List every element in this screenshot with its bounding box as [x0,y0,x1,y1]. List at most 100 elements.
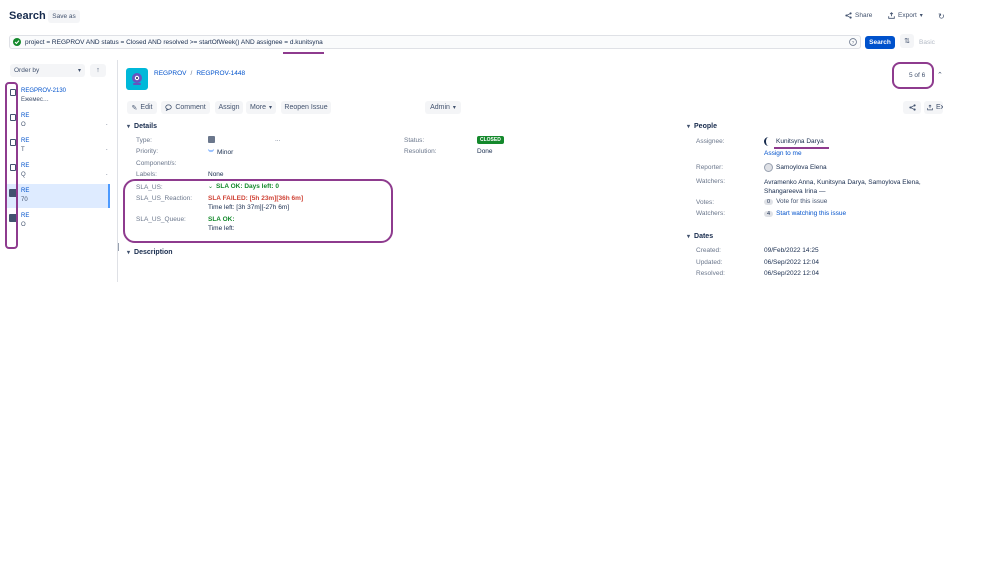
list-item-summary: О [21,222,26,228]
switch-view-icon[interactable]: ⇅ [900,34,914,48]
watchers2-label: Watchers: [696,210,726,217]
chevron-down-icon: ▾ [127,250,131,256]
assignee-value[interactable]: Kunitsyna Darya [764,137,824,146]
more-label: More [250,104,266,111]
resolved-value: 06/Sep/2022 12:04 [764,270,819,277]
list-item[interactable]: REGPROV-2130 Ежемес… [6,84,112,108]
sla-us-label: SLA_US: [136,184,163,191]
sla-us-reaction-time: Time left: [3h 37m][-27h 6m] [208,204,290,211]
list-item-summary: Т [21,147,25,153]
assign-to-me-link[interactable]: Assign to me [764,150,802,157]
priority-minor-icon: ︾ [208,151,215,157]
priority-label: Priority: [136,148,159,155]
list-item-key: RE [21,163,30,169]
panel-divider-handle[interactable] [118,243,119,251]
updated-label: Updated: [696,259,723,266]
order-by-label: Order by [14,67,40,74]
issue-type-icon [10,139,16,146]
reporter-label: Reporter: [696,164,724,171]
page-title: Search [9,10,46,22]
export-button[interactable]: Export ▾ [888,12,923,19]
annotation-underline-assignee [283,52,324,54]
list-item-key: RE [21,213,30,219]
sla-us-value: ⌄ SLA OK: Days left: 0 [208,183,279,190]
save-as-button[interactable]: Save as [48,10,80,23]
admin-label: Admin [430,104,450,111]
comment-button[interactable]: Comment [161,101,210,114]
sort-direction-button[interactable]: ↑ [90,64,106,77]
list-item-key: REGPROV-2130 [21,88,67,94]
list-item-key: RE [21,188,30,194]
refresh-icon[interactable]: ↻ [938,12,945,21]
watch-link[interactable]: Start watching this issue [776,210,846,217]
issue-type-icon [10,164,16,171]
reopen-issue-button[interactable]: Reopen Issue [281,101,331,114]
details-heading[interactable]: ▾ Details [127,123,157,130]
reporter-value-text: Samoylova Elena [776,164,827,171]
votes-count-badge: 0 [764,198,774,205]
issue-type-icon [10,114,16,121]
watchers-value: Avramenko Anna, Kunitsyna Darya, Samoylo… [764,178,934,196]
resolution-value: Done [477,148,493,155]
details-heading-label: Details [134,123,157,130]
export-issue-button[interactable]: Ex [924,101,943,114]
share-issue-button[interactable] [903,101,921,114]
sla-us-reaction-label: SLA_US_Reaction: [136,195,193,202]
type-label: Type: [136,137,152,144]
list-item-dot: . [106,121,108,127]
list-item[interactable]: RE О [6,209,112,233]
svg-text:?: ? [852,40,855,46]
people-heading-label: People [694,123,717,130]
assignee-value-text: Kunitsyna Darya [776,138,824,145]
created-value: 09/Feb/2022 14:25 [764,247,819,254]
list-item-key: RE [21,113,30,119]
sla-us-reaction-value: SLA FAILED: [5h 23m][36h 6m] [208,195,304,202]
issue-type-icon [208,136,215,143]
basic-link[interactable]: Basic [919,39,935,46]
dates-heading-label: Dates [694,233,714,240]
list-item[interactable]: RE О . [6,109,112,133]
breadcrumb-project[interactable]: REGPROV [154,70,187,77]
assign-button[interactable]: Assign [215,101,243,114]
people-heading[interactable]: ▾ People [687,123,717,130]
updated-value: 06/Sep/2022 12:04 [764,259,819,266]
watchers-label: Watchers: [696,178,726,185]
share-label: Share [855,12,873,19]
description-heading[interactable]: ▾ Description [127,249,173,256]
description-heading-label: Description [134,249,173,256]
admin-button[interactable]: Admin ▾ [425,101,461,114]
created-label: Created: [696,247,721,254]
watch-count-badge: 4 [764,210,774,217]
order-by-select[interactable]: Order by ▾ [10,64,85,77]
list-item[interactable]: RE Q . [6,159,112,183]
dates-heading[interactable]: ▾ Dates [687,233,713,240]
share-icon [908,104,916,111]
export-icon [927,104,933,111]
list-item-selected[interactable]: RE 70 [6,184,110,208]
edit-button[interactable]: ✎ Edit [127,101,157,114]
breadcrumb: REGPROV / REGPROV-1448 [154,70,245,77]
jql-input[interactable]: project = REGPROV AND status = Closed AN… [9,35,861,49]
comment-label: Comment [175,104,206,111]
chevron-down-icon: ▾ [268,105,272,111]
chevron-down-icon: ▾ [919,13,923,19]
breadcrumb-issue-key[interactable]: REGPROV-1448 [196,70,245,77]
issue-type-icon [10,89,16,96]
share-button[interactable]: Share [845,12,872,19]
vote-link[interactable]: Vote for this issue [776,198,827,205]
labels-value: None [208,171,224,178]
edit-label: Edit [140,104,153,111]
chevron-up-icon[interactable]: ⌃ [937,71,943,79]
jql-query-text: project = REGPROV AND status = Closed AN… [25,38,323,46]
list-item[interactable]: RE Т . [6,134,112,158]
project-avatar [126,68,148,90]
chevron-down-icon: ⌄ [208,184,214,190]
more-button[interactable]: More ▾ [246,101,276,114]
help-icon[interactable]: ? [849,38,857,46]
issue-pager: 5 of 6 [909,72,926,79]
resolved-label: Resolved: [696,270,725,277]
search-button[interactable]: Search [865,36,895,49]
issue-list: REGPROV-2130 Ежемес… RE О . RE Т . RE Q … [6,84,112,244]
sla-us-queue-time: Time left: [208,225,235,232]
valid-check-icon [13,38,21,46]
